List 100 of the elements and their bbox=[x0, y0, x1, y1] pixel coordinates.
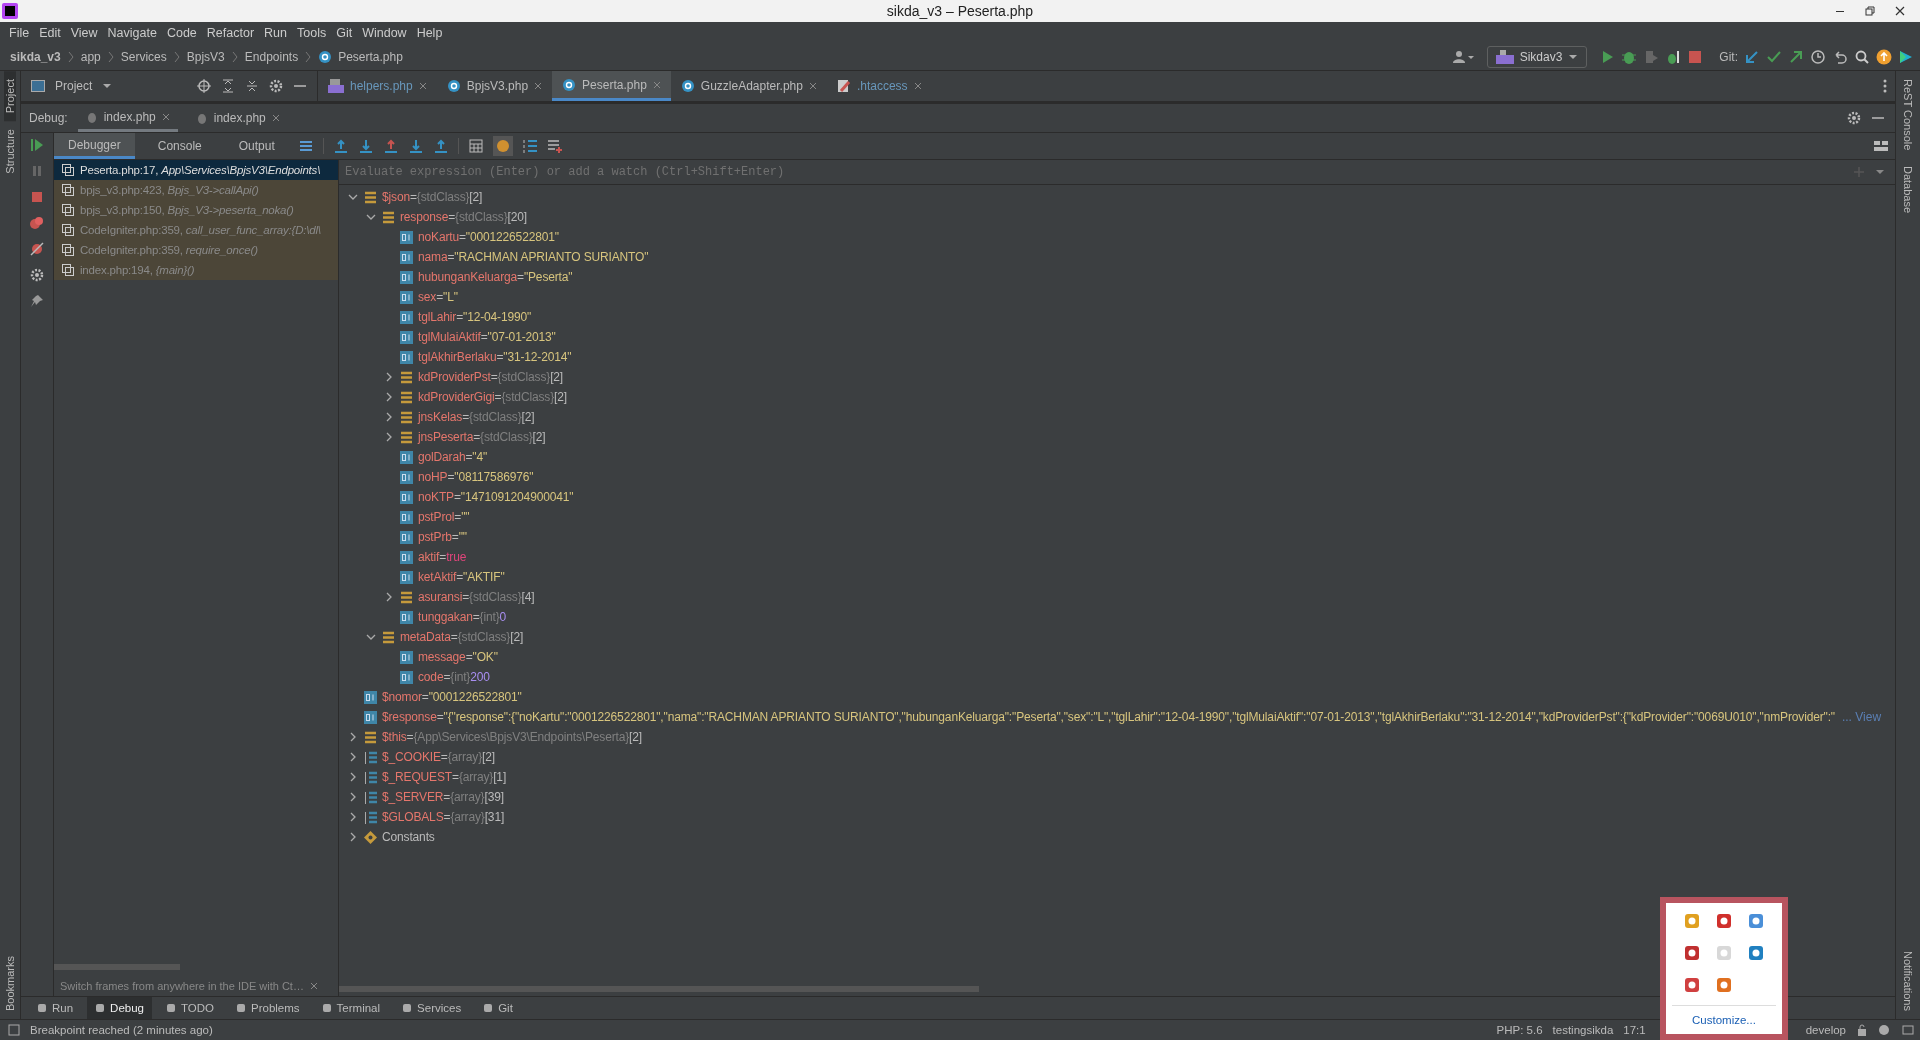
collapsed-chevron-icon[interactable] bbox=[384, 432, 394, 442]
calculator-icon[interactable] bbox=[467, 138, 484, 154]
tool-window-tab[interactable]: Debug bbox=[87, 997, 152, 1019]
editor-tab[interactable]: Peserta.php bbox=[552, 71, 671, 101]
side-tool-tab[interactable]: Notifications bbox=[1902, 943, 1914, 1019]
breadcrumb[interactable]: BpjsV3 bbox=[186, 50, 225, 64]
side-tool-tab[interactable]: ReST Console bbox=[1902, 71, 1914, 159]
debug-session-tab[interactable]: index.php bbox=[187, 104, 288, 132]
history-icon[interactable] bbox=[1810, 49, 1826, 65]
collapsed-chevron-icon[interactable] bbox=[348, 812, 358, 822]
numbered-list-icon[interactable] bbox=[521, 138, 538, 154]
force-step-icon[interactable] bbox=[382, 138, 399, 154]
stop-icon[interactable] bbox=[1687, 49, 1704, 65]
caret-icon[interactable] bbox=[1875, 168, 1885, 176]
side-tool-tab[interactable]: Structure bbox=[4, 121, 16, 182]
push-arrow-icon[interactable] bbox=[1788, 49, 1804, 65]
collapsed-chevron-icon[interactable] bbox=[348, 772, 358, 782]
class-toggle-icon[interactable] bbox=[492, 136, 513, 156]
breadcrumb[interactable]: Peserta.php bbox=[338, 50, 403, 64]
breadcrumb[interactable]: app bbox=[80, 50, 101, 64]
side-tool-tab[interactable]: Bookmarks bbox=[4, 947, 16, 1019]
menu-item[interactable]: Git bbox=[331, 26, 358, 40]
menu-item[interactable]: Refactor bbox=[201, 26, 260, 40]
collapsed-chevron-icon[interactable] bbox=[384, 372, 394, 382]
tool-window-tab[interactable]: Problems bbox=[228, 997, 308, 1019]
settings-icon[interactable] bbox=[29, 267, 45, 283]
tool-window-tab[interactable]: Services bbox=[394, 997, 470, 1019]
more-icon[interactable] bbox=[1883, 79, 1887, 93]
tray-app-icon[interactable] bbox=[1684, 977, 1700, 993]
locate-icon[interactable] bbox=[197, 79, 211, 93]
status-item[interactable]: PHP: 5.6 bbox=[1496, 1024, 1543, 1036]
editor-tab[interactable]: BpjsV3.php bbox=[436, 71, 553, 101]
expand-all-icon[interactable] bbox=[221, 79, 235, 93]
menu-icon[interactable] bbox=[297, 138, 314, 154]
collapsed-chevron-icon[interactable] bbox=[384, 412, 394, 422]
tray-app-icon[interactable] bbox=[1716, 913, 1732, 929]
debugger-tab[interactable]: Debugger bbox=[54, 133, 135, 159]
bug-icon[interactable] bbox=[1621, 49, 1638, 65]
step-over-icon[interactable] bbox=[332, 138, 349, 154]
expanded-chevron-icon[interactable] bbox=[366, 632, 376, 642]
lock-icon[interactable] bbox=[1856, 1024, 1868, 1036]
menu-item[interactable]: Help bbox=[411, 26, 448, 40]
step-out-icon[interactable] bbox=[407, 138, 424, 154]
editor-tab[interactable]: GuzzleAdapter.php bbox=[670, 71, 827, 101]
search-icon[interactable] bbox=[1854, 49, 1870, 65]
git-branch[interactable]: develop bbox=[1805, 1024, 1846, 1036]
menu-item[interactable]: Edit bbox=[34, 26, 66, 40]
memory-icon[interactable] bbox=[1902, 1024, 1914, 1036]
customize-link[interactable]: Customize... bbox=[1692, 1014, 1756, 1026]
collapsed-chevron-icon[interactable] bbox=[348, 792, 358, 802]
collapsed-chevron-icon[interactable] bbox=[384, 392, 394, 402]
resume-icon[interactable] bbox=[29, 137, 45, 153]
undo-icon[interactable] bbox=[1832, 49, 1848, 65]
inspector-icon[interactable] bbox=[1878, 1024, 1892, 1036]
check-icon[interactable] bbox=[1766, 49, 1782, 65]
tray-app-icon[interactable] bbox=[1684, 945, 1700, 961]
menu-item[interactable]: View bbox=[65, 26, 103, 40]
side-tool-tab[interactable]: Project bbox=[4, 71, 16, 122]
collapsed-chevron-icon[interactable] bbox=[348, 832, 358, 842]
run-config-dropdown[interactable]: Sikdav3 bbox=[1486, 46, 1588, 68]
tray-app-icon[interactable] bbox=[1748, 913, 1764, 929]
restore-icon[interactable] bbox=[1864, 5, 1876, 17]
editor-tab[interactable]: helpers.php bbox=[318, 71, 437, 101]
step-into-icon[interactable] bbox=[357, 138, 374, 154]
menu-item[interactable]: Window bbox=[357, 26, 412, 40]
debugger-tab[interactable]: Output bbox=[224, 133, 289, 159]
project-dropdown[interactable]: Project bbox=[55, 79, 93, 93]
update-arrow-icon[interactable] bbox=[1744, 49, 1760, 65]
menu-item[interactable]: File bbox=[4, 26, 35, 40]
tool-window-tab[interactable]: TODO bbox=[158, 997, 222, 1019]
toolbox-icon[interactable] bbox=[1898, 49, 1914, 65]
collapsed-chevron-icon[interactable] bbox=[348, 732, 358, 742]
menu-item[interactable]: Navigate bbox=[102, 26, 162, 40]
breadcrumb[interactable]: Endpoints bbox=[244, 50, 299, 64]
user-icon[interactable] bbox=[1452, 50, 1475, 64]
collapsed-chevron-icon[interactable] bbox=[384, 592, 394, 602]
menu-item[interactable]: Tools bbox=[292, 26, 332, 40]
stack-frame[interactable]: Peserta.php:17, App\Services\BpjsV3\Endpoints\ bbox=[54, 160, 338, 180]
breakpoints-icon[interactable] bbox=[29, 215, 45, 231]
status-item[interactable]: 17:1 bbox=[1623, 1024, 1646, 1036]
tray-app-icon[interactable] bbox=[1748, 945, 1764, 961]
menu-item[interactable]: Code bbox=[161, 26, 202, 40]
breadcrumb[interactable]: sikda_v3 bbox=[10, 50, 61, 64]
settings-icon[interactable] bbox=[1847, 111, 1861, 125]
profiler-icon[interactable] bbox=[1665, 49, 1682, 65]
layout-icon[interactable] bbox=[1873, 138, 1889, 154]
debugger-tab[interactable]: Console bbox=[143, 133, 216, 159]
add-list-icon[interactable] bbox=[546, 138, 563, 154]
upgrade-icon[interactable] bbox=[1876, 49, 1892, 65]
tray-app-icon[interactable] bbox=[1716, 977, 1732, 993]
tool-window-tab[interactable]: Git bbox=[475, 997, 521, 1019]
expanded-chevron-icon[interactable] bbox=[348, 192, 358, 202]
tool-window-tab[interactable]: Run bbox=[29, 997, 82, 1019]
status-item[interactable]: testingsikda bbox=[1552, 1024, 1614, 1036]
mute-breakpoints-icon[interactable] bbox=[29, 241, 45, 257]
close-icon[interactable] bbox=[1894, 5, 1906, 17]
breadcrumb[interactable]: Services bbox=[120, 50, 167, 64]
stop-icon[interactable] bbox=[29, 189, 45, 205]
collapse-all-icon[interactable] bbox=[245, 79, 259, 93]
collapsed-chevron-icon[interactable] bbox=[348, 752, 358, 762]
